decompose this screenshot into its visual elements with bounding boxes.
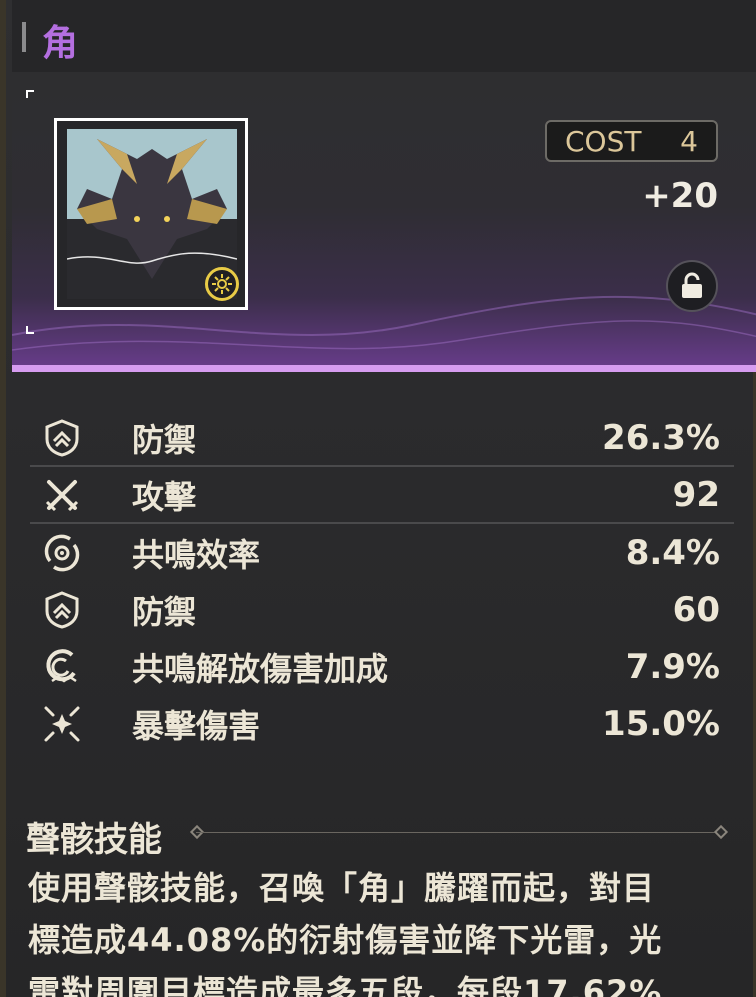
title-marker [22, 22, 26, 52]
cost-label: COST [565, 124, 642, 158]
echo-name: 角 [42, 23, 79, 64]
skill-description: 使用聲骸技能，召喚「角」騰躍而起，對目 標造成44.08%的衍射傷害並降下光雷，… [28, 862, 740, 997]
stat-value: 92 [672, 474, 720, 515]
divider-diamond [713, 824, 729, 840]
stat-row: 攻擊 92 [30, 467, 734, 524]
stat-label: 共鳴效率 [132, 535, 261, 574]
title-bar: 角 [12, 0, 756, 72]
echo-hero-area: COST 4 +20 [12, 72, 756, 372]
stat-row: 防禦 60 [30, 581, 734, 638]
stat-value: 7.9% [625, 646, 720, 687]
stat-label: 暴擊傷害 [132, 706, 261, 745]
crit-burst-icon [40, 702, 84, 746]
stat-label: 攻擊 [132, 477, 197, 516]
crossed-swords-icon [40, 473, 84, 517]
stats-list: 防禦 26.3% 攻擊 92 共鳴效率 8.4% 防禦 60 共鳴解放傷害加成 … [30, 410, 734, 752]
echo-card[interactable] [54, 118, 248, 310]
skill-line: 使用聲骸技能，召喚「角」騰躍而起，對目 [28, 869, 656, 907]
frame-corner [26, 326, 34, 334]
stat-value: 26.3% [602, 417, 720, 458]
cost-value: 4 [680, 124, 698, 158]
frame-corner [26, 90, 34, 98]
stat-label: 共鳴解放傷害加成 [132, 649, 389, 688]
stat-row: 防禦 26.3% [30, 410, 734, 467]
stat-label: 防禦 [132, 592, 197, 631]
liberation-wave-icon [40, 645, 84, 689]
skill-divider [196, 832, 726, 833]
echo-level: +20 [642, 176, 718, 216]
skill-heading: 聲骸技能 [26, 820, 162, 860]
stat-value: 15.0% [602, 703, 720, 744]
stat-row: 共鳴效率 8.4% [30, 524, 734, 581]
stat-row: 共鳴解放傷害加成 7.9% [30, 638, 734, 695]
stat-value: 60 [672, 589, 720, 630]
stat-label: 防禦 [132, 420, 197, 459]
stat-value: 8.4% [625, 532, 720, 573]
unlock-icon[interactable] [666, 260, 718, 312]
rarity-stripe [12, 365, 756, 372]
sun-sigil-icon [205, 267, 239, 301]
shield-icon [40, 588, 84, 632]
skill-line: 標造成44.08%的衍射傷害並降下光雷，光 [28, 921, 663, 959]
energy-regen-icon [40, 531, 84, 575]
shield-icon [40, 416, 84, 460]
stat-row: 暴擊傷害 15.0% [30, 695, 734, 752]
echo-detail-panel: 角 COST 4 +20 防禦 26.3% 攻擊 92 共鳴效率 8.4% 防禦… [0, 0, 756, 997]
cost-badge: COST 4 [545, 120, 718, 162]
skill-line: 雷對周圍目標造成最多五段，每段17.62% [28, 973, 663, 997]
